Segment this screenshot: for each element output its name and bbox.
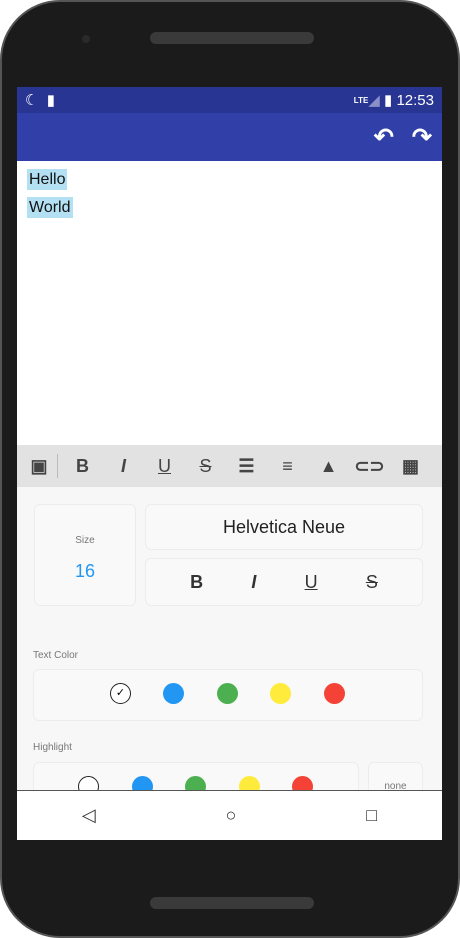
- size-label: Size: [75, 535, 95, 546]
- highlight-label: Highlight: [33, 742, 72, 753]
- font-family-box[interactable]: Helvetica Neue: [145, 504, 423, 550]
- highlight-green[interactable]: [185, 776, 206, 790]
- signal-icon: ◢: [368, 92, 380, 109]
- recents-icon[interactable]: □: [366, 805, 377, 826]
- style-buttons-box: B I U S: [145, 558, 423, 606]
- text-color-blue[interactable]: [163, 683, 184, 704]
- format-panel: Size 16 Helvetica Neue B I U S Text Colo…: [17, 487, 442, 790]
- moon-icon: ☾: [25, 92, 39, 109]
- highlight-red[interactable]: [292, 776, 313, 790]
- text-color-green[interactable]: [217, 683, 238, 704]
- highlight-white[interactable]: [78, 776, 99, 790]
- sd-card-icon: ▮: [46, 92, 56, 109]
- bold-icon[interactable]: B: [62, 456, 103, 477]
- bulleted-list-icon[interactable]: ☰: [226, 456, 267, 477]
- link-icon[interactable]: ⊂⊃: [349, 456, 390, 477]
- navigation-bar: ◁ ○ □: [17, 790, 442, 840]
- underline-icon[interactable]: U: [305, 572, 318, 593]
- size-value: 16: [74, 561, 96, 581]
- underline-icon[interactable]: U: [144, 456, 185, 477]
- status-bar: ☾ ▮ LTE ◢ ▮ 12:53: [17, 87, 442, 113]
- format-toolbar: ▣ B I U S ☰ ≡ ▲ ⊂⊃ ▦: [17, 445, 442, 487]
- none-label: none: [384, 781, 407, 790]
- rich-text-editor[interactable]: Hello World: [17, 161, 442, 445]
- font-panel-icon[interactable]: ▣: [25, 456, 53, 477]
- numbered-list-icon[interactable]: ≡: [267, 456, 308, 477]
- highlight-none-button[interactable]: none: [368, 762, 423, 790]
- front-camera: [82, 35, 90, 43]
- text-color-yellow[interactable]: [270, 683, 291, 704]
- screen: ☾ ▮ LTE ◢ ▮ 12:53 ↶ ↷ Hello World ▣ B I …: [17, 87, 442, 840]
- text-color-label: Text Color: [33, 650, 79, 661]
- editor-line[interactable]: World: [27, 197, 73, 218]
- table-icon[interactable]: ▦: [390, 456, 431, 477]
- font-family-value: Helvetica Neue: [222, 517, 346, 537]
- italic-icon[interactable]: I: [251, 572, 256, 593]
- image-icon[interactable]: ▲: [308, 456, 349, 477]
- undo-icon[interactable]: ↶: [374, 123, 394, 152]
- clock: 12:53: [396, 91, 434, 109]
- editor-line[interactable]: Hello: [27, 169, 68, 190]
- back-icon[interactable]: ◁: [82, 805, 96, 826]
- bottom-speaker: [150, 897, 314, 909]
- strikethrough-icon[interactable]: S: [185, 456, 226, 477]
- text-color-white-selected[interactable]: ✓: [110, 683, 131, 704]
- italic-icon[interactable]: I: [103, 456, 144, 477]
- strikethrough-icon[interactable]: S: [366, 572, 378, 593]
- top-speaker: [150, 32, 314, 44]
- divider: [57, 454, 58, 478]
- highlight-blue[interactable]: [132, 776, 153, 790]
- font-size-box[interactable]: Size 16: [34, 504, 136, 606]
- app-bar: ↶ ↷: [17, 113, 442, 161]
- text-color-red[interactable]: [324, 683, 345, 704]
- battery-icon: ▮: [384, 92, 393, 109]
- bold-icon[interactable]: B: [190, 572, 203, 593]
- home-icon[interactable]: ○: [226, 805, 237, 826]
- highlight-yellow[interactable]: [239, 776, 260, 790]
- redo-icon[interactable]: ↷: [412, 123, 432, 152]
- network-label: LTE: [353, 95, 369, 105]
